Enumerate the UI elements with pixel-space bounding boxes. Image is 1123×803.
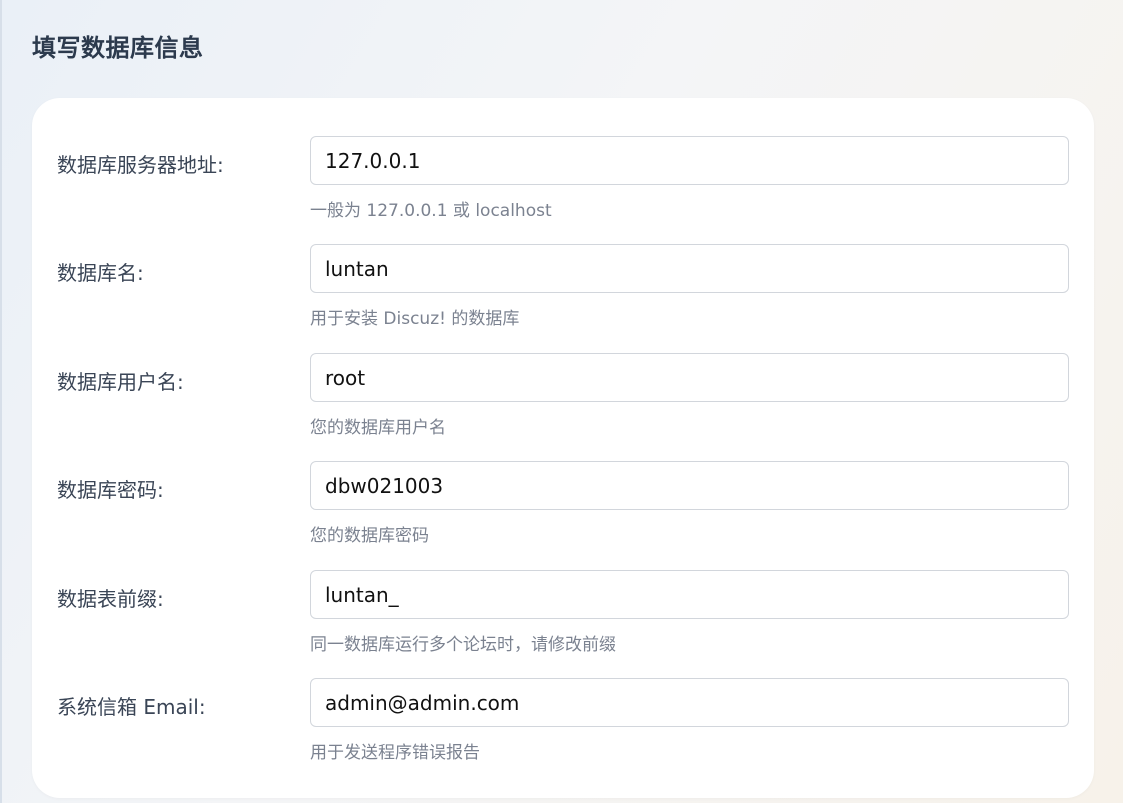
table-prefix-label: 数据表前缀: [57, 587, 164, 611]
form-row-db-host: 数据库服务器地址: 一般为 127.0.0.1 或 localhost [32, 136, 1094, 236]
window-left-edge [0, 0, 2, 803]
db-password-label: 数据库密码: [57, 478, 164, 502]
database-form-card: 数据库服务器地址: 一般为 127.0.0.1 或 localhost 数据库名… [32, 98, 1094, 798]
form-row-db-password: 数据库密码: 您的数据库密码 [32, 461, 1094, 561]
system-email-label: 系统信箱 Email: [57, 695, 206, 719]
section-title: 填写数据库信息 [32, 34, 204, 62]
db-host-hint: 一般为 127.0.0.1 或 localhost [310, 201, 552, 221]
system-email-hint: 用于发送程序错误报告 [310, 743, 480, 763]
db-password-hint: 您的数据库密码 [310, 526, 429, 546]
db-password-input[interactable] [310, 461, 1069, 510]
db-name-hint: 用于安装 Discuz! 的数据库 [310, 309, 520, 329]
db-user-label: 数据库用户名: [57, 370, 184, 394]
db-name-label: 数据库名: [57, 261, 144, 285]
db-name-input[interactable] [310, 244, 1069, 293]
db-host-input[interactable] [310, 136, 1069, 185]
form-row-db-user: 数据库用户名: 您的数据库用户名 [32, 353, 1094, 453]
db-user-input[interactable] [310, 353, 1069, 402]
form-row-db-name: 数据库名: 用于安装 Discuz! 的数据库 [32, 244, 1094, 344]
form-row-system-email: 系统信箱 Email: 用于发送程序错误报告 [32, 678, 1094, 778]
db-host-label: 数据库服务器地址: [57, 153, 224, 177]
table-prefix-input[interactable] [310, 570, 1069, 619]
form-row-table-prefix: 数据表前缀: 同一数据库运行多个论坛时，请修改前缀 [32, 570, 1094, 670]
system-email-input[interactable] [310, 678, 1069, 727]
db-user-hint: 您的数据库用户名 [310, 418, 446, 438]
table-prefix-hint: 同一数据库运行多个论坛时，请修改前缀 [310, 635, 616, 655]
